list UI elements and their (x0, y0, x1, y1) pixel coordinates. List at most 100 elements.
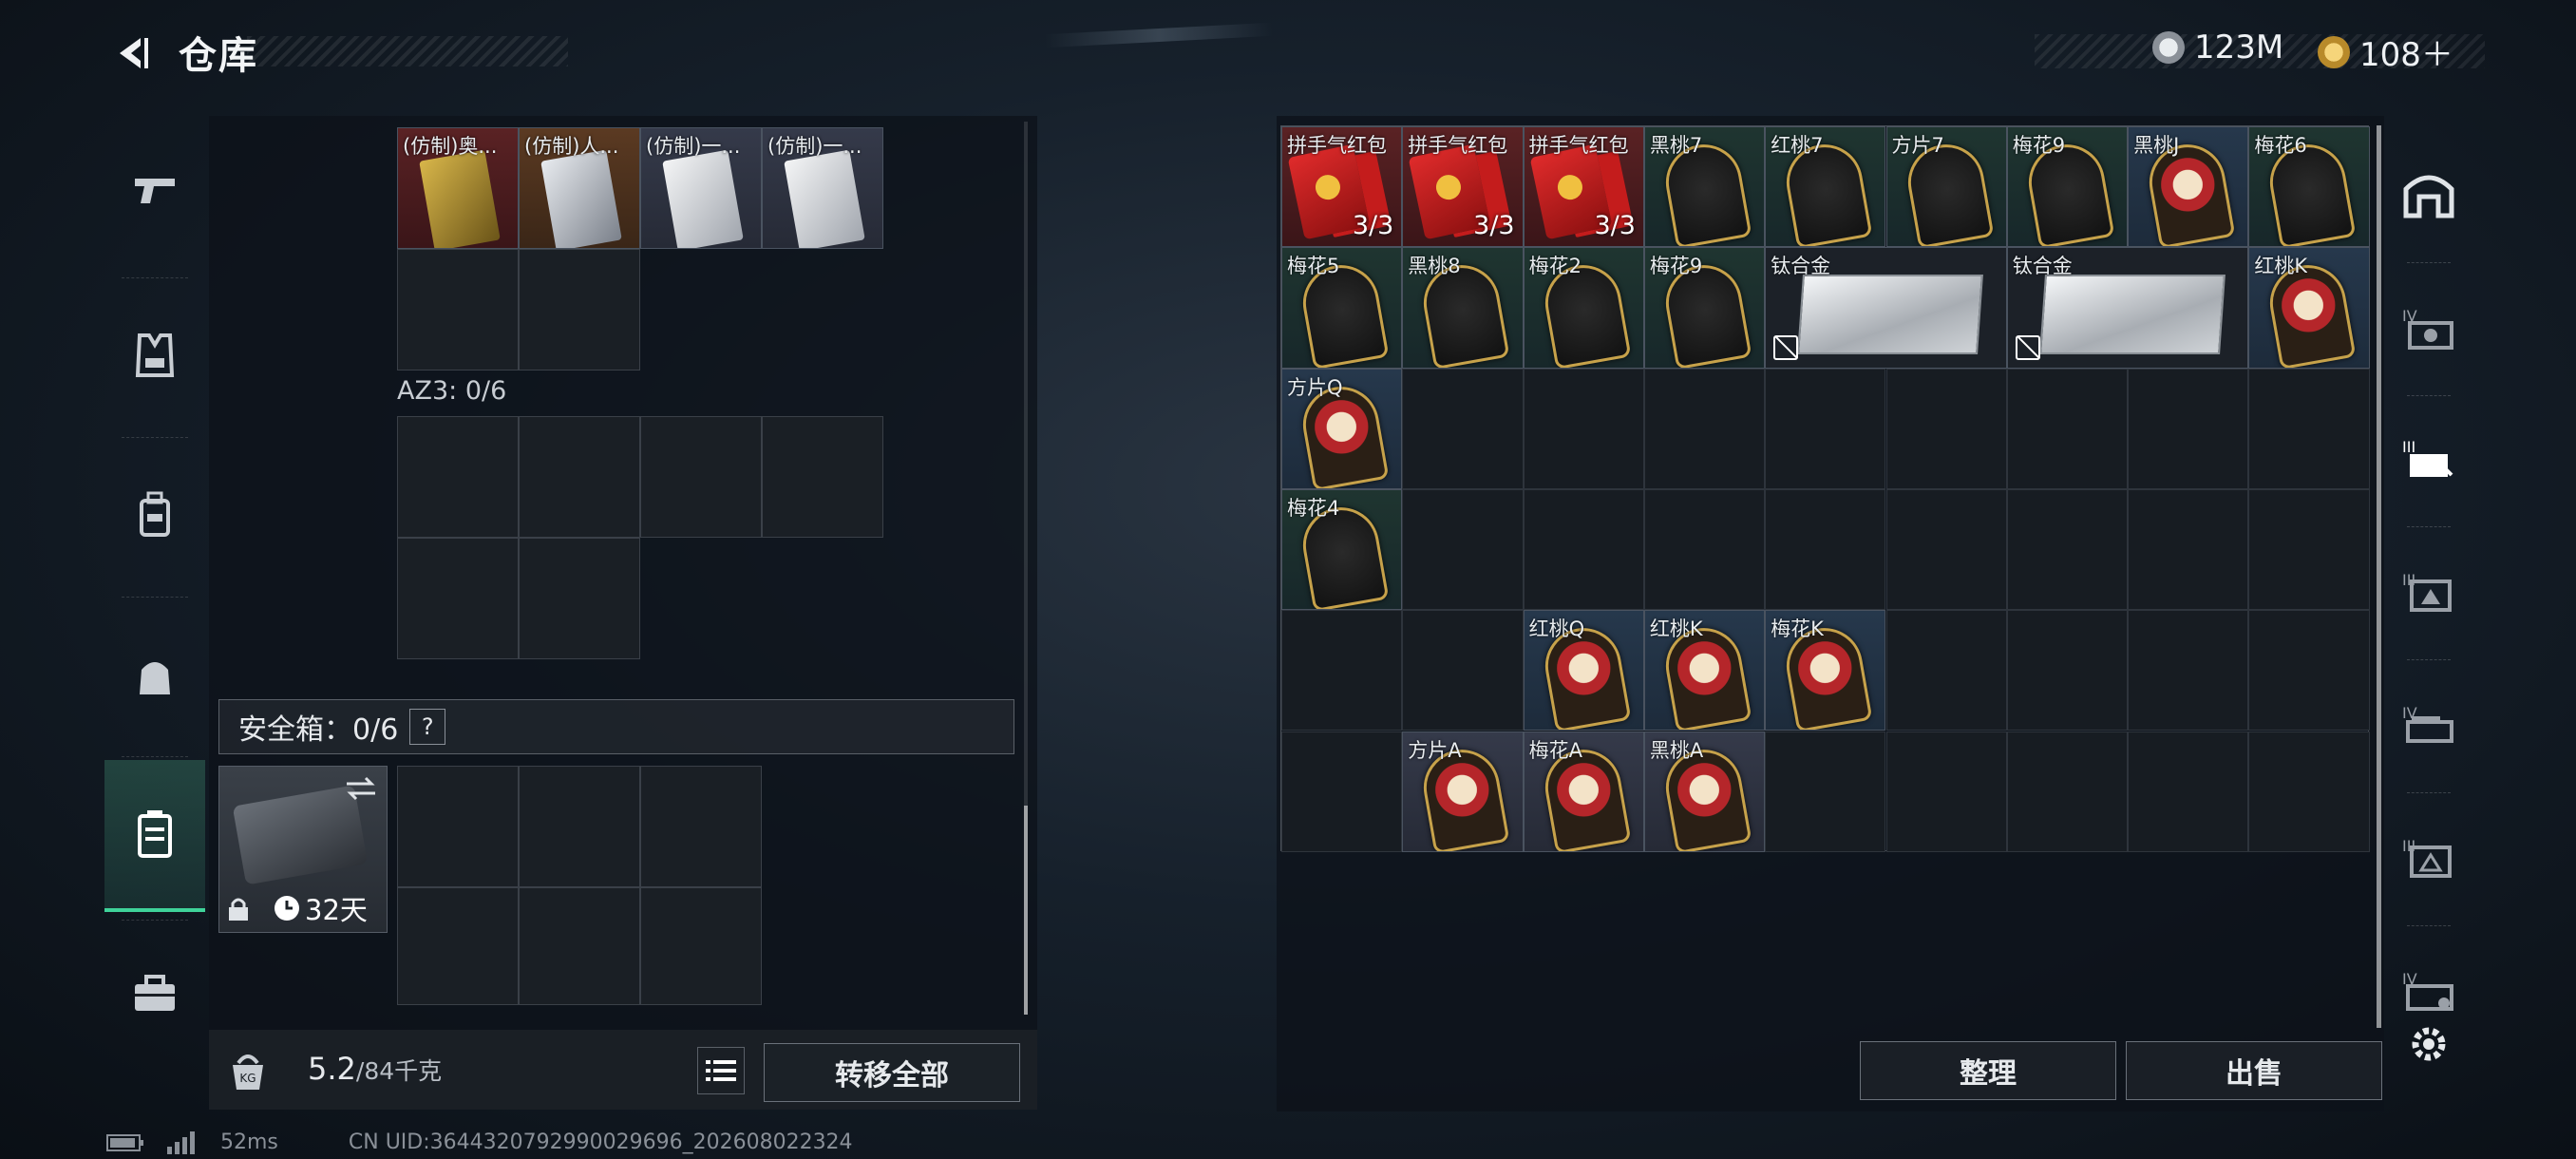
stash-slot[interactable] (2248, 731, 2370, 852)
stash-slot[interactable] (1765, 368, 1886, 489)
az3-slot[interactable] (519, 416, 640, 538)
sell-button[interactable]: 出售 (2126, 1041, 2382, 1100)
stash-slot[interactable] (2006, 610, 2129, 732)
stash-slot[interactable] (2128, 368, 2249, 489)
stash-slot[interactable] (1643, 368, 1766, 489)
back-arrow-icon (120, 38, 148, 68)
item-label: 方片Q (1287, 375, 1343, 399)
stash-slot[interactable] (1885, 610, 2007, 732)
item-fake-3[interactable]: (仿制)一... (640, 127, 762, 249)
tab-stash-4a[interactable]: IV (2394, 266, 2464, 390)
nav-bag[interactable] (104, 598, 205, 750)
tab-stash-3b[interactable]: III (2394, 530, 2464, 654)
stash-slot[interactable] (1885, 368, 2007, 489)
back-button[interactable] (103, 27, 160, 80)
stash-item[interactable]: 黑桃7 (1643, 126, 1766, 248)
transfer-all-button[interactable]: 转移全部 (764, 1043, 1020, 1102)
stash-slot[interactable] (2248, 368, 2370, 489)
stash-scrollbar[interactable] (2377, 125, 2381, 1028)
stash-slot[interactable] (1885, 488, 2007, 611)
stash-item[interactable]: 梅花4 (1281, 488, 1403, 611)
stash-item[interactable]: 红桃7 (1765, 126, 1886, 248)
item-fake-4[interactable]: (仿制)一... (762, 127, 883, 249)
stash-slot[interactable] (2128, 610, 2249, 732)
safe-box-item[interactable]: 32天 (218, 766, 388, 933)
stash-item[interactable]: 梅花K (1765, 610, 1886, 732)
empty-slot[interactable] (397, 249, 519, 370)
stash-item[interactable]: 红桃K (2248, 247, 2370, 369)
empty-slot[interactable] (519, 249, 640, 370)
stash-slot[interactable] (1402, 368, 1524, 489)
stash-slot[interactable] (1765, 731, 1886, 852)
left-category-nav (104, 114, 205, 1079)
safe-slot[interactable] (519, 766, 640, 887)
item-fake-1[interactable]: (仿制)奥... (397, 127, 519, 249)
stash-item[interactable]: 方片A (1402, 731, 1524, 852)
tab-stash-4b[interactable]: IV (2394, 663, 2464, 787)
az3-slot[interactable] (397, 416, 519, 538)
stash-item[interactable]: 方片7 (1885, 126, 2007, 248)
tab-stash-3a[interactable]: III (2394, 397, 2464, 521)
stash-item[interactable]: 梅花6 (2248, 126, 2370, 248)
az3-slot[interactable] (640, 416, 762, 538)
az3-slot[interactable] (397, 538, 519, 659)
nav-backpack[interactable] (104, 439, 205, 591)
stash-slot[interactable] (2248, 488, 2370, 611)
item-fake-2[interactable]: (仿制)人... (519, 127, 640, 249)
stash-slot[interactable] (1281, 610, 1403, 732)
az3-slot[interactable] (762, 416, 883, 538)
stash-item[interactable]: 黑桃8 (1402, 247, 1524, 369)
list-view-button[interactable] (697, 1047, 745, 1094)
stash-item[interactable]: 黑桃J (2128, 126, 2249, 248)
stash-item[interactable]: 钛合金 (1765, 247, 2007, 369)
stash-slot[interactable] (2006, 368, 2129, 489)
stash-item[interactable]: 拼手气红包 3/3 (1402, 126, 1524, 248)
tab-stash-home[interactable] (2394, 133, 2464, 256)
item-label: 梅花5 (1287, 255, 1340, 278)
stash-item[interactable]: 梅花5 (1281, 247, 1403, 369)
organize-button[interactable]: 整理 (1860, 1041, 2116, 1100)
left-scroll-thumb[interactable] (1024, 806, 1028, 1015)
swap-icon[interactable] (345, 774, 377, 803)
safe-slot[interactable] (519, 887, 640, 1005)
stash-item[interactable]: 拼手气红包 3/3 (1281, 126, 1403, 248)
stash-slot[interactable] (2006, 731, 2129, 852)
stash-item[interactable]: 梅花9 (1643, 247, 1766, 369)
stash-slot[interactable] (1281, 731, 1403, 852)
stash-item[interactable]: 黑桃A (1643, 731, 1766, 852)
stash-item[interactable]: 钛合金 (2006, 247, 2249, 369)
stash-item[interactable]: 红桃K (1643, 610, 1766, 732)
stash-slot[interactable] (1885, 731, 2007, 852)
safe-slot[interactable] (397, 887, 519, 1005)
stash-item[interactable]: 红桃Q (1523, 610, 1644, 732)
nav-safe-case[interactable] (104, 760, 205, 912)
nav-toolbox[interactable] (104, 918, 205, 1070)
stash-slot[interactable] (1643, 488, 1766, 611)
silver-amount: 123M (2194, 28, 2284, 66)
stash-slot[interactable] (1402, 610, 1524, 732)
stash-item[interactable]: 梅花A (1523, 731, 1644, 852)
tab-divider (2407, 526, 2451, 527)
stash-item[interactable]: 梅花2 (1523, 247, 1644, 369)
nav-armor[interactable] (104, 279, 205, 431)
safe-slot[interactable] (640, 887, 762, 1005)
stash-item[interactable]: 梅花9 (2006, 126, 2129, 248)
stash-slot[interactable] (2006, 488, 2129, 611)
stash-slot[interactable] (1523, 368, 1644, 489)
safe-slot[interactable] (640, 766, 762, 887)
nav-weapon[interactable] (104, 114, 205, 266)
stash-slot[interactable] (1402, 488, 1524, 611)
az3-slot[interactable] (519, 538, 640, 659)
stash-slot[interactable] (1523, 488, 1644, 611)
tab-stash-3c[interactable]: III (2394, 796, 2464, 920)
settings-button[interactable] (2403, 1018, 2454, 1070)
stash-slot[interactable] (2128, 731, 2249, 852)
stash-slot[interactable] (2128, 488, 2249, 611)
stash-item[interactable]: 方片Q (1281, 368, 1403, 489)
safe-slot[interactable] (397, 766, 519, 887)
stash-slot[interactable] (2248, 610, 2370, 732)
stash-item[interactable]: 拼手气红包 3/3 (1523, 126, 1644, 248)
help-button[interactable]: ? (409, 709, 446, 745)
currency-gold[interactable]: 108＋ (2318, 28, 2453, 75)
stash-slot[interactable] (1765, 488, 1886, 611)
